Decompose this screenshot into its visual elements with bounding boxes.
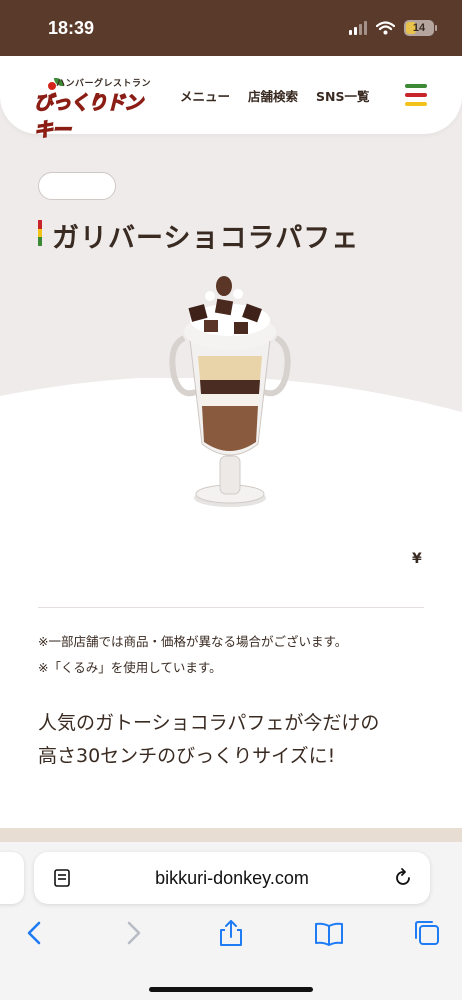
divider (38, 607, 424, 608)
site-header: ハンバーグレストラン びっくりドンキー メニュー 店舗検索 SNS一覧 (0, 56, 462, 142)
browser-toolbar (0, 918, 462, 962)
previous-tab-card[interactable] (0, 852, 24, 904)
hamburger-bar-1 (405, 84, 427, 88)
home-indicator (149, 987, 313, 992)
status-time: 18:39 (48, 18, 95, 38)
description-line-2: 高さ30センチのびっくりサイズに! (38, 745, 336, 767)
back-icon[interactable] (20, 918, 50, 948)
status-icons: 14 (349, 20, 437, 36)
bookmarks-icon[interactable] (314, 918, 344, 948)
hamburger-bar-3 (405, 102, 427, 106)
site-logo[interactable]: ハンバーグレストラン びっくりドンキー (33, 76, 158, 142)
price: ¥ (412, 551, 422, 567)
status-bar: 18:39 14 (0, 0, 462, 56)
reload-icon[interactable] (392, 867, 414, 889)
nav-menu-link[interactable]: メニュー (180, 86, 230, 105)
logo-wordmark: びっくりドンキー (33, 91, 143, 141)
store-availability-note: ※一部店舗では商品・価格が異なる場合がございます。 (38, 634, 348, 649)
share-icon[interactable] (216, 918, 246, 948)
main-nav: メニュー 店舗検索 SNS一覧 (180, 86, 370, 105)
battery-level: 14 (412, 22, 426, 34)
battery-icon: 14 (404, 20, 437, 36)
hamburger-menu-icon[interactable] (405, 84, 427, 106)
tabs-icon[interactable] (412, 918, 442, 948)
url-text[interactable]: bikkuri-donkey.com (34, 868, 430, 889)
section-footer-strip (0, 828, 462, 842)
hamburger-bar-2 (405, 93, 427, 97)
title-accent-bar (38, 220, 42, 246)
allergen-note: ※「くるみ」を使用しています。 (38, 660, 222, 675)
category-badge (38, 172, 116, 200)
description-line-1: 人気のガトーショコラパフェが今だけの (38, 712, 380, 734)
wifi-icon (376, 21, 395, 35)
browser-chrome: bikkuri-donkey.com (0, 842, 462, 1000)
product-image (169, 276, 291, 507)
address-bar[interactable]: bikkuri-donkey.com (34, 852, 430, 904)
web-page: ハンバーグレストラン びっくりドンキー メニュー 店舗検索 SNS一覧 ガリバー… (0, 56, 462, 842)
product-description: 人気のガトーショコラパフェが今だけの 高さ30センチのびっくりサイズに! (38, 707, 438, 773)
cellular-signal-icon (349, 21, 367, 35)
forward-icon[interactable] (118, 918, 148, 948)
product-title: ガリバーショコラパフェ (52, 223, 360, 254)
nav-store-search-link[interactable]: 店舗検索 (248, 86, 298, 105)
nav-sns-link[interactable]: SNS一覧 (316, 86, 369, 105)
